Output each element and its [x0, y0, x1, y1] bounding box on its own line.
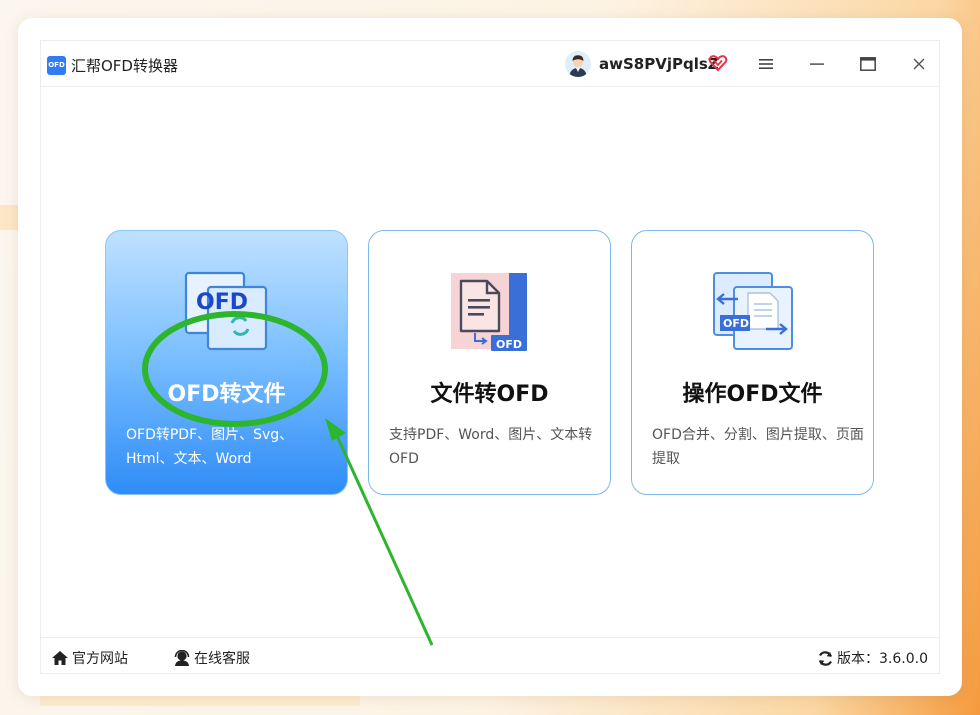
- close-icon: [913, 58, 925, 70]
- ofd-icon-text: OFD: [196, 290, 248, 315]
- card-title: 操作OFD文件: [682, 382, 823, 407]
- card-description: OFD合并、分割、图片提取、页面提取: [652, 427, 864, 467]
- app-title: 汇帮OFD转换器: [71, 57, 178, 75]
- file-to-ofd-icon: OFD: [451, 273, 527, 351]
- ofd-to-file-icon: OFD: [184, 271, 268, 351]
- minimize-icon: [810, 63, 824, 65]
- home-icon: [52, 651, 68, 665]
- ofd-badge-text: OFD: [496, 338, 522, 351]
- card-title: 文件转OFD: [430, 382, 549, 407]
- official-site-label: 官方网站: [72, 651, 128, 667]
- customer-service-icon: [174, 650, 190, 666]
- menu-button[interactable]: [752, 51, 780, 77]
- vip-heart-icon[interactable]: [708, 53, 728, 73]
- card-file-to-ofd[interactable]: OFD 文件转OFD 支持PDF、Word、图片、文本转OFD: [368, 230, 611, 495]
- official-site-link[interactable]: 官方网站: [51, 648, 128, 668]
- operate-ofd-icon: OFD: [713, 272, 793, 350]
- online-service-label: 在线客服: [194, 651, 250, 667]
- maximize-button[interactable]: [854, 51, 882, 77]
- maximize-icon: [860, 57, 876, 71]
- background-strip: [40, 696, 360, 706]
- online-service-link[interactable]: 在线客服: [173, 648, 250, 668]
- username[interactable]: awS8PVjPqlsZ: [599, 55, 719, 73]
- title-bar: OFD 汇帮OFD转换器 awS8PVjPqlsZ: [41, 41, 939, 87]
- card-ofd-to-file[interactable]: OFD OFD转文件 OFD转PDF、图片、Svg、Html、文本、Word: [105, 230, 348, 495]
- refresh-icon: [818, 650, 833, 666]
- app-content: OFD 汇帮OFD转换器 awS8PVjPqlsZ OFD OFD转文件 OFD…: [40, 40, 940, 674]
- ofd-badge-text: OFD: [723, 317, 749, 330]
- user-avatar[interactable]: [565, 51, 591, 77]
- card-description: 支持PDF、Word、图片、文本转OFD: [389, 427, 593, 467]
- version-label: 版本：3.6.0.0: [837, 651, 928, 667]
- footer-bar: 官方网站 在线客服 版本：3.6.0.0: [41, 637, 939, 674]
- app-logo-icon: OFD: [47, 56, 66, 75]
- close-button[interactable]: [905, 51, 933, 77]
- version-info[interactable]: 版本：3.6.0.0: [817, 648, 928, 668]
- card-title: OFD转文件: [167, 382, 286, 407]
- card-description: OFD转PDF、图片、Svg、Html、文本、Word: [126, 427, 294, 467]
- avatar-icon: [565, 51, 591, 77]
- card-operate-ofd[interactable]: OFD 操作OFD文件 OFD合并、分割、图片提取、页面提取: [631, 230, 874, 495]
- minimize-button[interactable]: [803, 51, 831, 77]
- app-window: OFD 汇帮OFD转换器 awS8PVjPqlsZ OFD OFD转文件 OFD…: [18, 18, 962, 696]
- hamburger-icon: [759, 59, 773, 69]
